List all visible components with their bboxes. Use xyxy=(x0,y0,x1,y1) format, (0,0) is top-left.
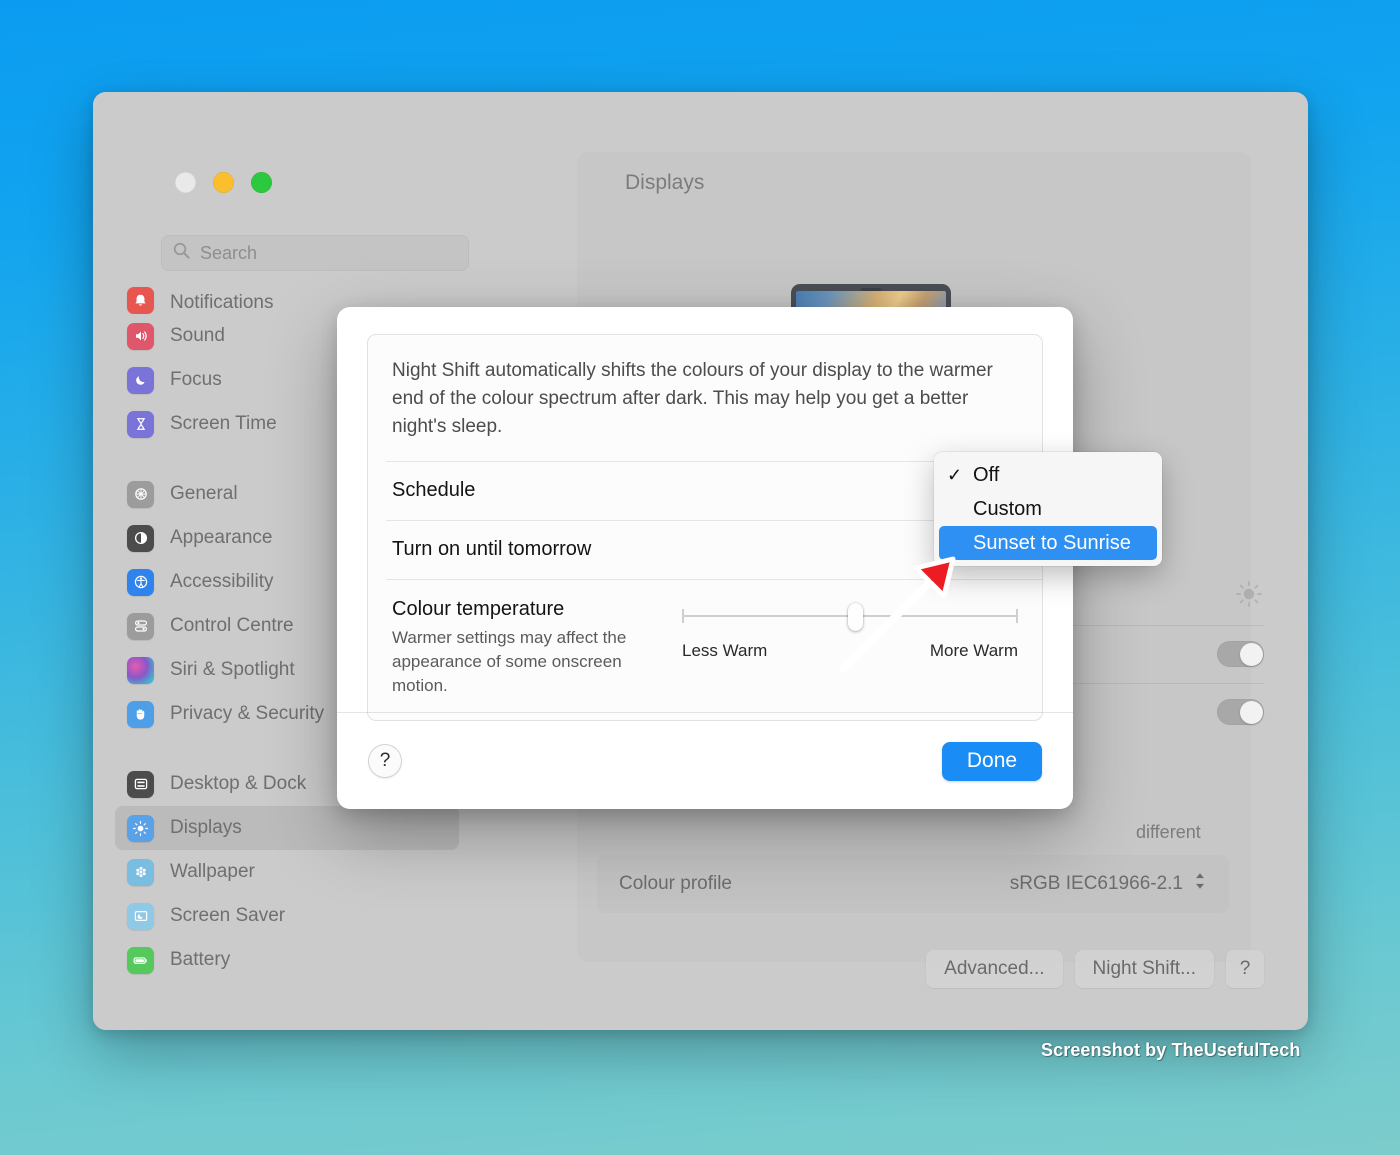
focus-icon xyxy=(127,366,154,394)
night-shift-button[interactable]: Night Shift... xyxy=(1074,950,1214,988)
colour-temperature-control: Less Warm More Warm xyxy=(682,598,1018,661)
sidebar-item-label: Siri & Spotlight xyxy=(170,659,295,680)
pane-action-buttons: Advanced... Night Shift... ? xyxy=(481,950,1264,988)
menu-item-label: Custom xyxy=(973,497,1042,520)
maximize-window-button[interactable] xyxy=(251,172,272,193)
sidebar-item-label: Control Centre xyxy=(170,615,294,636)
checkmark-icon: ✓ xyxy=(947,464,963,485)
traffic-lights xyxy=(175,172,272,193)
screen-saver-icon xyxy=(127,902,154,930)
siri-icon xyxy=(127,656,154,684)
turn-on-label: Turn on until tomorrow xyxy=(392,538,592,561)
menu-item-sunset-to-sunrise[interactable]: Sunset to Sunrise xyxy=(939,526,1157,560)
sidebar-item-label: Displays xyxy=(170,817,242,838)
notch xyxy=(861,288,881,291)
sidebar-item-label: General xyxy=(170,483,238,504)
colour-profile-label: Colour profile xyxy=(619,873,732,894)
accessibility-icon xyxy=(127,568,154,596)
colour-temperature-title: Colour temperature xyxy=(392,597,565,620)
menu-item-custom[interactable]: Custom xyxy=(939,492,1157,526)
colour-profile-row[interactable]: Colour profile sRGB IEC61966-2.1 xyxy=(597,855,1229,913)
sidebar-item-wallpaper[interactable]: Wallpaper xyxy=(115,850,459,894)
slider-labels: Less Warm More Warm xyxy=(682,641,1018,661)
pane-help-button[interactable]: ? xyxy=(1226,950,1264,988)
notifications-icon xyxy=(127,287,154,314)
schedule-label: Schedule xyxy=(392,479,476,502)
slider-tick-left xyxy=(682,608,684,623)
battery-icon xyxy=(127,946,154,974)
dialog-help-button[interactable]: ? xyxy=(368,744,402,778)
page-title: Displays xyxy=(625,171,705,194)
schedule-options-menu[interactable]: ✓ Off Custom Sunset to Sunrise xyxy=(934,452,1162,566)
control-centre-icon xyxy=(127,612,154,640)
sidebar-item-label: Screen Time xyxy=(170,413,277,434)
sidebar-item-label: Privacy & Security xyxy=(170,703,325,724)
menu-item-label: Sunset to Sunrise xyxy=(973,531,1131,554)
sidebar-item-label: Wallpaper xyxy=(170,861,255,882)
sidebar-item-label: Focus xyxy=(170,369,222,390)
night-shift-toggle[interactable] xyxy=(1217,699,1264,725)
chevron-updown-icon xyxy=(1193,871,1207,897)
appearance-icon xyxy=(127,524,154,552)
search-icon xyxy=(173,242,190,264)
wallpaper-icon xyxy=(127,858,154,886)
sidebar-item-screen-saver[interactable]: Screen Saver xyxy=(115,894,459,938)
sidebar-item-label: Notifications xyxy=(170,292,274,313)
sidebar-item-label: Sound xyxy=(170,325,225,346)
sidebar-item-battery[interactable]: Battery xyxy=(115,938,459,982)
slider-tick-right xyxy=(1016,608,1018,623)
displays-icon xyxy=(127,814,154,842)
colour-profile-value[interactable]: sRGB IEC61966-2.1 xyxy=(1010,871,1207,897)
sidebar-item-label: Screen Saver xyxy=(170,905,286,926)
dialog-footer: ? Done xyxy=(337,712,1073,809)
slider-thumb[interactable] xyxy=(848,602,864,631)
sidebar-item-displays[interactable]: Displays xyxy=(115,806,459,850)
minimize-window-button[interactable] xyxy=(213,172,234,193)
colour-temperature-text: Colour temperature Warmer settings may a… xyxy=(392,598,682,698)
search-placeholder: Search xyxy=(200,242,258,263)
slider-max-label: More Warm xyxy=(929,640,1018,660)
sidebar-item-label: Desktop & Dock xyxy=(170,773,307,794)
menu-item-label: Off xyxy=(973,463,1000,486)
slider-min-label: Less Warm xyxy=(682,640,768,660)
colour-temperature-subtitle: Warmer settings may affect the appearanc… xyxy=(392,627,627,696)
colour-temperature-row: Colour temperature Warmer settings may a… xyxy=(368,580,1042,720)
close-window-button[interactable] xyxy=(175,172,196,193)
done-button[interactable]: Done xyxy=(942,741,1042,781)
different-label-partial: different xyxy=(1136,822,1201,842)
sidebar-item-label: Battery xyxy=(170,949,231,970)
screen-time-icon xyxy=(127,410,154,438)
sound-icon xyxy=(127,322,154,350)
search-input[interactable]: Search xyxy=(161,235,469,271)
night-shift-description: Night Shift automatically shifts the col… xyxy=(392,360,993,437)
true-tone-toggle[interactable] xyxy=(1217,641,1264,667)
privacy-icon xyxy=(127,700,154,728)
watermark: Screenshot by TheUsefulTech xyxy=(1041,1040,1301,1060)
sidebar-item-label: Appearance xyxy=(170,527,273,548)
brightness-sun-icon xyxy=(1234,579,1264,614)
advanced-button[interactable]: Advanced... xyxy=(926,950,1063,988)
colour-temperature-slider[interactable] xyxy=(682,602,1018,631)
desktop-dock-icon xyxy=(127,770,154,798)
menu-item-off[interactable]: ✓ Off xyxy=(939,458,1157,492)
gear-icon xyxy=(127,480,154,508)
sidebar-item-label: Accessibility xyxy=(170,571,274,592)
